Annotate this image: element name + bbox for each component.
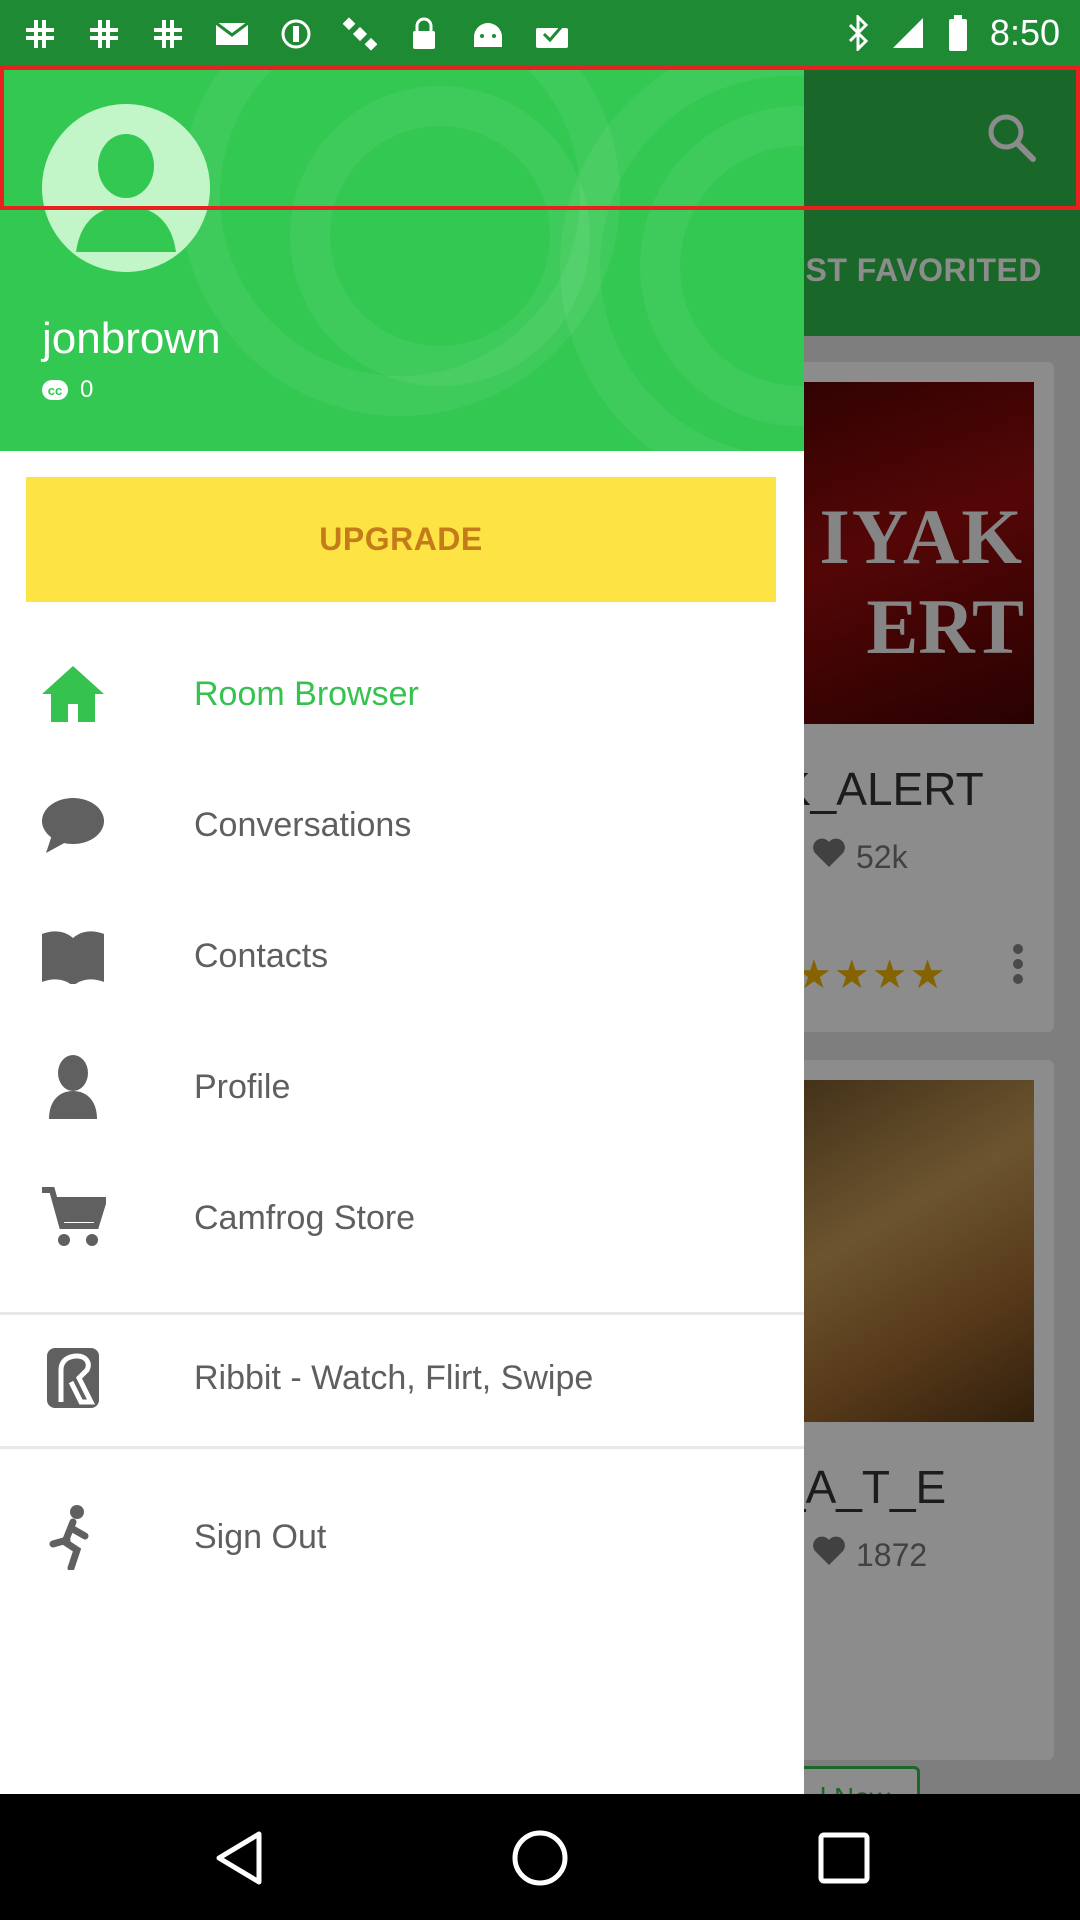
status-bar: 8:50: [0, 0, 1080, 66]
menu-label: Camfrog Store: [194, 1198, 416, 1237]
menu-label: Room Browser: [194, 674, 419, 713]
system-nav-bar: [0, 1794, 1080, 1920]
upload-icon: [534, 16, 570, 52]
cart-icon: [40, 1185, 106, 1251]
menu-item-contacts[interactable]: Contacts: [0, 901, 804, 1011]
credits: cc 0: [42, 376, 93, 404]
menu-label: Conversations: [194, 805, 412, 844]
divider: [0, 1446, 804, 1449]
slack-icon: [150, 16, 186, 52]
menu-item-conversations[interactable]: Conversations: [0, 770, 804, 880]
running-man-icon: [40, 1504, 106, 1570]
satellite-icon: [342, 16, 378, 52]
android-icon: [470, 16, 506, 52]
bluetooth-icon: [840, 15, 876, 51]
ribbit-icon: [40, 1345, 106, 1411]
navigation-drawer: jonbrown cc 0 UPGRADE Room Browser Conve…: [0, 66, 804, 1794]
clock: 8:50: [989, 12, 1060, 53]
signal-icon: [890, 15, 926, 51]
book-icon: [40, 923, 106, 989]
chat-bubble-icon: [40, 792, 106, 858]
person-icon: [40, 1054, 106, 1120]
menu-item-camfrog-store[interactable]: Camfrog Store: [0, 1163, 804, 1273]
menu-item-profile[interactable]: Profile: [0, 1032, 804, 1142]
avatar[interactable]: [42, 104, 210, 272]
drawer-header: jonbrown cc 0: [0, 66, 804, 451]
sync-icon: [278, 16, 314, 52]
username: jonbrown: [42, 314, 221, 363]
recents-icon[interactable]: [812, 1826, 876, 1890]
menu-item-sign-out[interactable]: Sign Out: [0, 1482, 804, 1592]
menu-label: Sign Out: [194, 1517, 327, 1556]
upgrade-button[interactable]: UPGRADE: [26, 477, 776, 602]
lock-icon: [406, 16, 442, 52]
battery-icon: [940, 15, 976, 51]
mail-icon: [214, 16, 250, 52]
divider: [0, 1312, 804, 1315]
slack-icon: [86, 16, 122, 52]
home-icon: [40, 661, 106, 727]
menu-item-room-browser[interactable]: Room Browser: [0, 639, 804, 749]
home-button-icon[interactable]: [508, 1826, 572, 1890]
credits-icon: cc: [42, 380, 68, 400]
slack-icon: [22, 16, 58, 52]
menu-label: Profile: [194, 1067, 291, 1106]
back-icon[interactable]: [206, 1826, 270, 1890]
menu-label: Contacts: [194, 936, 329, 975]
menu-label: Ribbit - Watch, Flirt, Swipe: [194, 1358, 594, 1397]
credits-count: 0: [80, 376, 94, 403]
menu-item-ribbit[interactable]: Ribbit - Watch, Flirt, Swipe: [0, 1323, 804, 1433]
